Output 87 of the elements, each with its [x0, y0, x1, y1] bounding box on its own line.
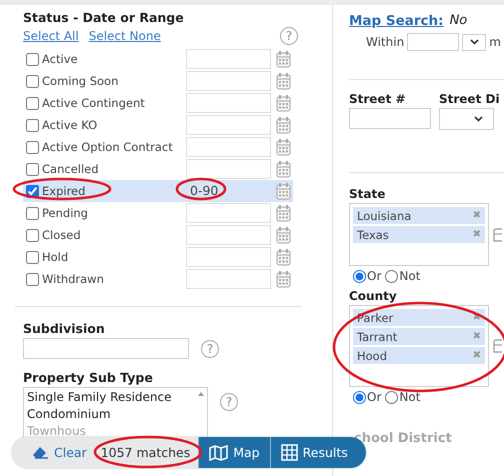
calendar-icon[interactable]: [276, 204, 291, 222]
select-none-link[interactable]: Select None: [88, 29, 161, 43]
grid-icon: [280, 444, 298, 461]
calendar-icon[interactable]: [276, 160, 291, 178]
map-button[interactable]: Map: [198, 437, 270, 468]
date-range-field[interactable]: [186, 247, 271, 267]
eraser-icon: [32, 446, 49, 459]
status-label: Hold: [42, 250, 68, 264]
date-range-field[interactable]: [186, 269, 271, 289]
date-range-field[interactable]: [186, 137, 271, 157]
date-range-field[interactable]: [186, 93, 271, 113]
date-range-field[interactable]: [186, 71, 271, 91]
select-all-link[interactable]: Select All: [23, 29, 79, 43]
status-checkbox[interactable]: [26, 118, 39, 132]
radio-label: Or: [367, 390, 382, 404]
calendar-icon[interactable]: [276, 248, 291, 266]
calendar-icon[interactable]: [276, 138, 291, 156]
field-label: State: [349, 187, 386, 201]
status-checkbox[interactable]: [26, 162, 39, 176]
mode-radio[interactable]: [353, 390, 366, 404]
selected-chip[interactable]: Texas ✖: [353, 226, 485, 243]
status-label: Pending: [42, 206, 88, 220]
status-label: Active: [42, 52, 78, 66]
field-label: County: [349, 289, 398, 303]
help-icon[interactable]: ?: [280, 27, 298, 45]
clear-button[interactable]: Clear: [12, 437, 97, 468]
status-label: Withdrawn: [42, 272, 104, 286]
annotation-circle: [176, 178, 226, 200]
calendar-icon[interactable]: [276, 226, 291, 244]
date-range-field[interactable]: [186, 115, 271, 135]
caret-icon: [474, 116, 483, 122]
status-checkbox[interactable]: [26, 206, 39, 220]
field-label: Property Sub Type: [23, 370, 154, 385]
date-range-field[interactable]: [186, 225, 271, 245]
status-label: Active Contingent: [42, 96, 145, 110]
help-icon[interactable]: ?: [201, 340, 219, 358]
help-icon[interactable]: ?: [220, 393, 238, 411]
calendar-icon[interactable]: [276, 182, 291, 200]
street-direction-select[interactable]: [439, 108, 494, 130]
calendar-icon[interactable]: [276, 94, 291, 112]
date-range-field[interactable]: [186, 159, 271, 179]
section-heading: Status - Date or Range: [23, 10, 185, 25]
selected-chip[interactable]: Tarrant ✖: [353, 328, 485, 345]
calendar-icon[interactable]: [276, 116, 291, 134]
status-checkbox[interactable]: [26, 228, 39, 242]
map-search-link[interactable]: Map Search:: [349, 13, 444, 29]
field-label: Subdivision: [23, 321, 106, 336]
status-checkbox[interactable]: [26, 96, 39, 110]
status-checkbox[interactable]: [26, 52, 39, 66]
status-label: Closed: [42, 228, 81, 242]
date-range-field[interactable]: 0-90: [186, 181, 271, 201]
status-label: Cancelled: [42, 162, 99, 176]
unit-select[interactable]: [462, 34, 486, 50]
date-range-field[interactable]: [186, 49, 271, 69]
calendar-icon[interactable]: [276, 270, 291, 288]
field-label: Street Di: [439, 92, 500, 106]
calendar-icon[interactable]: [276, 50, 291, 68]
map-icon: [209, 444, 228, 460]
street-number-field[interactable]: [349, 108, 431, 129]
map-status-text: No: [450, 13, 468, 29]
status-label: Expired: [42, 184, 86, 198]
caret-icon: [470, 39, 479, 45]
mode-radio[interactable]: [353, 270, 366, 282]
status-checkbox[interactable]: [26, 184, 39, 198]
status-label: Coming Soon: [42, 74, 118, 88]
status-checkbox[interactable]: [26, 74, 39, 88]
status-checkbox[interactable]: [26, 272, 39, 286]
radio-label: Not: [399, 269, 420, 283]
field-label: Street #: [349, 92, 407, 106]
mode-radio[interactable]: [385, 270, 398, 282]
radio-label: Not: [399, 390, 420, 404]
status-checkbox[interactable]: [26, 140, 39, 154]
status-checkbox[interactable]: [26, 250, 39, 264]
distance-field[interactable]: [407, 33, 460, 51]
state-picker[interactable]: Louisiana ✖ Texas ✖: [349, 203, 489, 266]
radio-label: Or: [367, 269, 382, 283]
status-label: Active KO: [42, 118, 98, 132]
mode-radio[interactable]: [385, 390, 398, 404]
field-label: Within: [366, 35, 404, 49]
selected-chip[interactable]: Hood ✖: [353, 347, 485, 364]
scroll-up-icon[interactable]: [198, 392, 204, 396]
selected-chip[interactable]: Louisiana ✖: [353, 207, 485, 224]
status-label: Active Option Contract: [42, 140, 173, 154]
calendar-icon[interactable]: [276, 72, 291, 90]
date-range-field[interactable]: [186, 203, 271, 223]
subdivision-field[interactable]: [23, 338, 189, 359]
unit-label: m: [489, 35, 501, 49]
